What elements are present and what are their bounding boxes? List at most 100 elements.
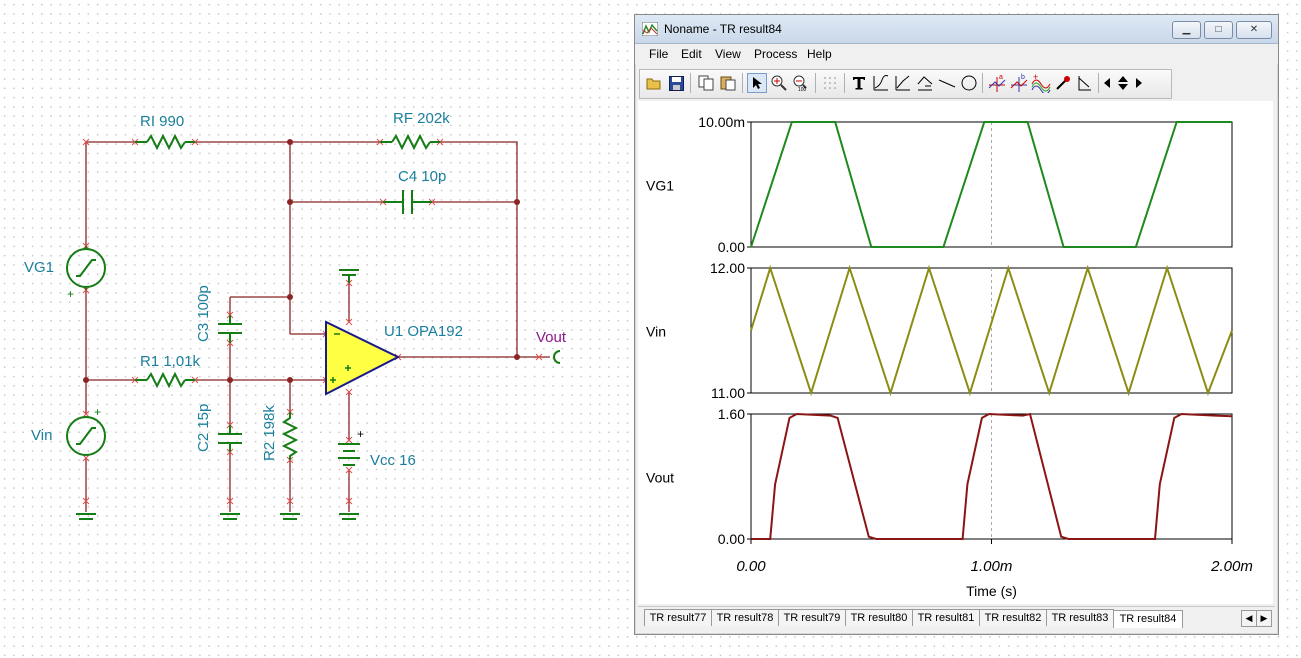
label-ri: RI 990 xyxy=(140,113,184,130)
tab-tr-result79[interactable]: TR result79 xyxy=(778,609,846,626)
label-c4: C4 10p xyxy=(398,168,446,185)
cursor-b-button[interactable]: b xyxy=(1009,73,1029,93)
menu-file[interactable]: File xyxy=(649,47,668,61)
label-vcc: Vcc 16 xyxy=(370,452,416,469)
label-r2: R2 198k xyxy=(261,405,278,461)
label-r1: R1 1,01k xyxy=(140,353,201,370)
tab-tr-result78[interactable]: TR result78 xyxy=(711,609,779,626)
line-icon xyxy=(938,79,956,88)
label-u1: U1 OPA192 xyxy=(384,323,463,340)
close-button[interactable]: ✕ xyxy=(1236,21,1272,39)
signal-label-vout: Vout xyxy=(646,470,674,486)
marker-button[interactable] xyxy=(1075,73,1095,93)
x-axis-title: Time (s) xyxy=(966,583,1017,599)
resistor-rf[interactable] xyxy=(391,133,431,151)
menu-view[interactable]: View xyxy=(715,47,741,61)
signal-label-vg1: VG1 xyxy=(646,178,674,194)
capacitor-c4[interactable] xyxy=(383,190,432,214)
menu-help[interactable]: Help xyxy=(807,47,832,61)
curve-button[interactable] xyxy=(871,73,891,93)
plus-marker-vin: + xyxy=(94,405,101,419)
tab-tr-result80[interactable]: TR result80 xyxy=(845,609,913,626)
circle-button[interactable] xyxy=(959,73,979,93)
zoom-in-icon xyxy=(771,75,787,91)
pointer-button[interactable] xyxy=(747,73,767,93)
plot-area[interactable]: 10.00m 0.00 VG1 12.00 11.00 Vin 1.60 0.00 Vout 0.… xyxy=(638,101,1273,604)
nav-left-icon xyxy=(1104,78,1110,88)
y-tick-label: 0.00 xyxy=(718,531,745,547)
cursor-a-button[interactable]: a xyxy=(987,73,1007,93)
capacitor-c2[interactable] xyxy=(218,425,242,452)
y-tick-label: 12.00 xyxy=(710,260,745,276)
result-window: Noname - TR result84 ▁ □ ✕ File Edit Vie… xyxy=(634,14,1279,635)
tab-tr-result84[interactable]: TR result84 xyxy=(1113,610,1183,628)
capacitor-c3[interactable] xyxy=(218,315,242,343)
y-tick-label: 11.00 xyxy=(711,385,745,401)
close-icon: ✕ xyxy=(1249,24,1259,35)
label-c3: C3 100p xyxy=(195,285,212,342)
plus-marker-vg1: + xyxy=(67,287,74,301)
title-bar[interactable]: Noname - TR result84 ▁ □ ✕ xyxy=(635,15,1278,44)
voltage-source-vin[interactable] xyxy=(66,416,106,456)
minimize-button[interactable]: ▁ xyxy=(1172,21,1201,39)
wires xyxy=(85,141,550,512)
open-button[interactable] xyxy=(644,73,664,93)
menu-edit[interactable]: Edit xyxy=(681,47,702,61)
resistor-ri[interactable] xyxy=(146,133,186,151)
result-tabs: TR result77 TR result78 TR result79 TR r… xyxy=(638,606,1275,629)
resistor-r1[interactable] xyxy=(146,371,186,389)
label-vg1: VG1 xyxy=(24,259,54,276)
copy-button[interactable] xyxy=(696,73,716,93)
grid-icon xyxy=(824,77,836,89)
nav-left-button[interactable] xyxy=(1101,73,1113,93)
tab-scroll-left-icon: ◀ xyxy=(1245,613,1253,623)
tab-tr-result77[interactable]: TR result77 xyxy=(644,609,712,626)
tab-tr-result81[interactable]: TR result81 xyxy=(912,609,980,626)
axis-button[interactable] xyxy=(915,73,935,93)
line-button[interactable] xyxy=(937,73,957,93)
waveform-button[interactable]: + xyxy=(1031,73,1051,93)
text-button[interactable] xyxy=(849,73,869,93)
curve2-button[interactable] xyxy=(893,73,913,93)
tab-scroll-right-button[interactable]: ▶ xyxy=(1256,610,1272,627)
nav-right-button[interactable] xyxy=(1133,73,1145,93)
circle-icon xyxy=(961,75,977,91)
cursor-a-icon: a xyxy=(988,74,1006,92)
label-c2: C2 15p xyxy=(195,404,212,452)
nav-updown-button[interactable] xyxy=(1115,73,1131,93)
circuit-schematic[interactable]: RI 990 RF 202k C4 10p C3 100p U1 OPA192 … xyxy=(0,0,630,658)
cursor-b-icon: b xyxy=(1010,74,1028,92)
grid-button[interactable] xyxy=(820,73,840,93)
tab-tr-result83[interactable]: TR result83 xyxy=(1046,609,1114,626)
zoom-in-button[interactable] xyxy=(769,73,789,93)
output-terminal[interactable] xyxy=(553,350,561,364)
waveform-icon: + xyxy=(1031,73,1051,93)
plus-marker-vcc: + xyxy=(357,427,364,441)
svg-text:100: 100 xyxy=(798,87,807,91)
maximize-button[interactable]: □ xyxy=(1204,21,1233,39)
battery-vcc[interactable] xyxy=(338,443,360,466)
curve2-icon xyxy=(895,75,910,91)
window-title: Noname - TR result84 xyxy=(664,22,782,36)
probe-button[interactable] xyxy=(1053,73,1073,93)
waveform-plots[interactable]: 10.00m 0.00 VG1 12.00 11.00 Vin 1.60 0.00 Vout 0.… xyxy=(638,101,1273,604)
paste-button[interactable] xyxy=(718,73,738,93)
label-vout: Vout xyxy=(536,329,567,346)
x-tick-label: 1.00m xyxy=(971,558,1013,575)
tab-scroll-left-button[interactable]: ◀ xyxy=(1241,610,1257,627)
pin-markers xyxy=(82,138,543,505)
signal-label-vin: Vin xyxy=(646,324,666,340)
resistor-r2[interactable] xyxy=(281,412,299,460)
label-rf: RF 202k xyxy=(393,110,450,127)
save-button[interactable] xyxy=(666,73,686,93)
menu-process[interactable]: Process xyxy=(754,47,797,61)
svg-text:a: a xyxy=(999,74,1003,81)
menu-bar: File Edit View Process Help xyxy=(635,44,1278,64)
voltage-source-vg1[interactable] xyxy=(66,246,106,290)
open-icon xyxy=(646,78,661,90)
paste-icon xyxy=(720,76,736,91)
tab-tr-result82[interactable]: TR result82 xyxy=(979,609,1047,626)
y-tick-label: 10.00m xyxy=(698,114,745,130)
zoom-100-button[interactable]: 100 xyxy=(791,73,811,93)
svg-text:b: b xyxy=(1021,74,1025,81)
